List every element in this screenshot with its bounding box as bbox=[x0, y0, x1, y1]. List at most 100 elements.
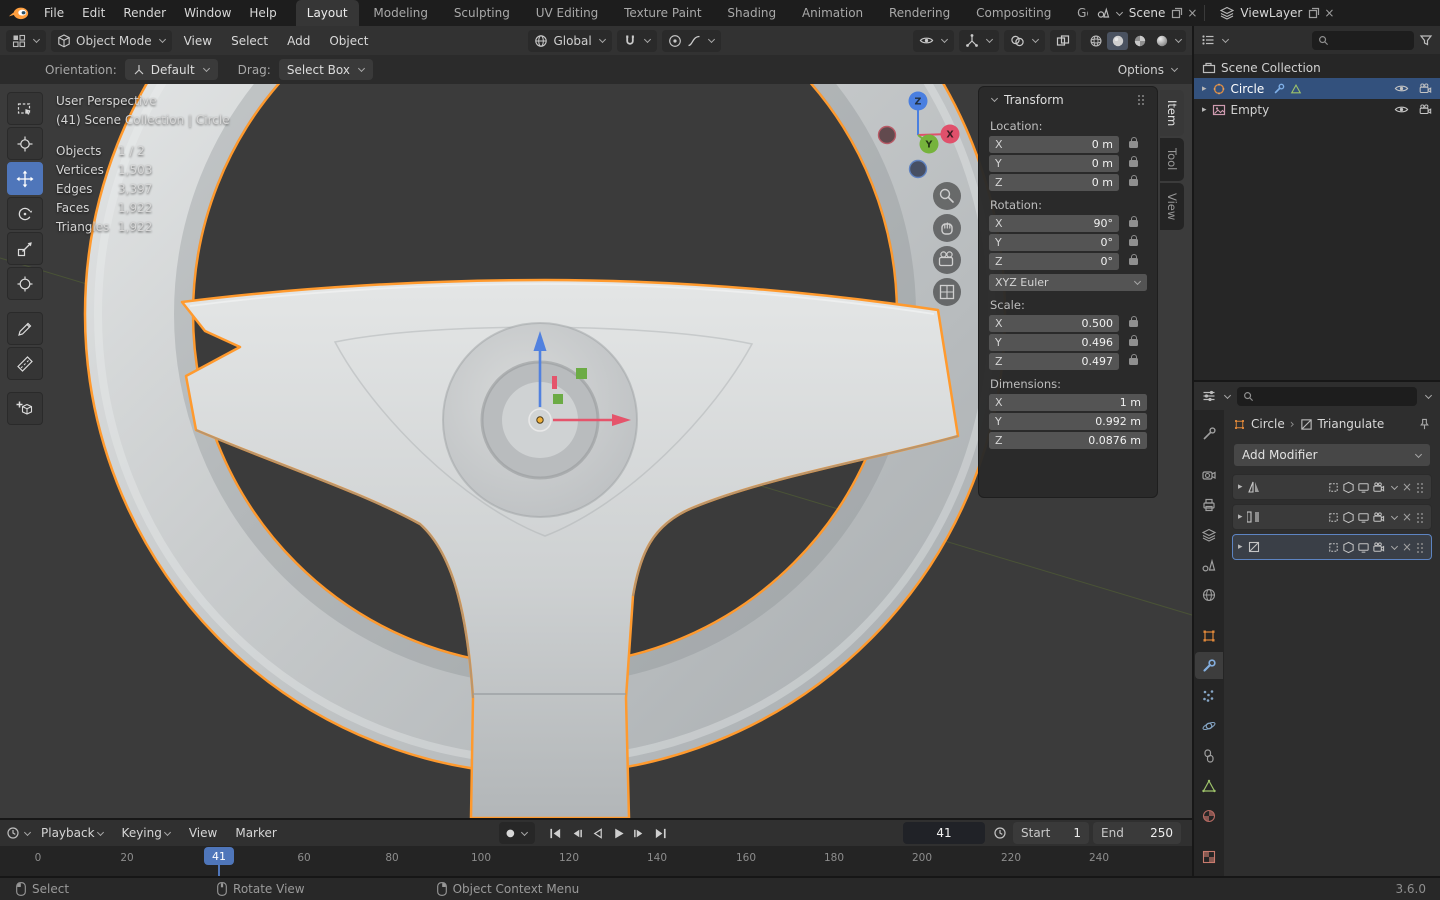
dimensions-x-field[interactable]: X 1 m bbox=[989, 394, 1147, 411]
lock-icon[interactable] bbox=[1129, 234, 1138, 246]
realtime-display-icon[interactable] bbox=[1357, 511, 1370, 524]
shading-material-button[interactable] bbox=[1129, 32, 1150, 50]
options-menu[interactable]: Options bbox=[1118, 63, 1179, 77]
menu-view[interactable]: View bbox=[181, 826, 225, 840]
lock-icon[interactable] bbox=[1129, 353, 1138, 365]
viewlayer-tab-icon[interactable] bbox=[1195, 521, 1223, 548]
data-tab-icon[interactable] bbox=[1195, 772, 1223, 799]
scene-selector[interactable]: Scene × bbox=[1096, 6, 1197, 20]
overlays-toggle[interactable] bbox=[1004, 29, 1045, 52]
timeline-editor-icon[interactable] bbox=[6, 826, 20, 840]
frame-end-field[interactable]: End 250 bbox=[1093, 822, 1181, 844]
workspace-tab-compositing[interactable]: Compositing bbox=[965, 0, 1062, 26]
close-icon[interactable]: × bbox=[1402, 481, 1412, 493]
timeline-ruler[interactable]: 0 20 60 80 100 120 140 160 180 200 220 2… bbox=[0, 846, 1192, 876]
outliner-row-circle[interactable]: ▸ Circle bbox=[1194, 78, 1440, 99]
next-keyframe-button[interactable] bbox=[629, 823, 649, 843]
add-cube-tool[interactable] bbox=[7, 392, 43, 425]
menu-file[interactable]: File bbox=[35, 0, 73, 26]
menu-marker[interactable]: Marker bbox=[227, 826, 284, 840]
jump-to-end-button[interactable] bbox=[650, 823, 670, 843]
add-modifier-button[interactable]: Add Modifier bbox=[1234, 444, 1430, 466]
edit-mode-display-icon[interactable] bbox=[1342, 481, 1355, 494]
on-cage-icon[interactable] bbox=[1327, 481, 1340, 494]
edit-mode-display-icon[interactable] bbox=[1342, 511, 1355, 524]
menu-edit[interactable]: Edit bbox=[73, 0, 114, 26]
chevron-down-icon[interactable] bbox=[1390, 512, 1398, 520]
workspace-tab-modeling[interactable]: Modeling bbox=[362, 0, 439, 26]
workspace-tab-rendering[interactable]: Rendering bbox=[878, 0, 961, 26]
properties-search-input[interactable] bbox=[1237, 386, 1417, 406]
frame-start-field[interactable]: Start 1 bbox=[1013, 822, 1089, 844]
grip-dots-icon[interactable] bbox=[1137, 94, 1147, 105]
viewlayer-name[interactable]: ViewLayer bbox=[1240, 6, 1302, 20]
scale-x-field[interactable]: X 0.500 bbox=[989, 315, 1119, 332]
close-icon[interactable]: × bbox=[1324, 7, 1334, 19]
lock-icon[interactable] bbox=[1129, 136, 1138, 148]
object-name[interactable]: Circle bbox=[1231, 82, 1265, 96]
zoom-button[interactable] bbox=[933, 182, 961, 210]
rotate-tool[interactable] bbox=[7, 197, 43, 230]
gizmo-plane-handle[interactable] bbox=[576, 368, 587, 379]
material-tab-icon[interactable] bbox=[1195, 802, 1223, 829]
pin-icon[interactable] bbox=[1418, 418, 1431, 431]
rotation-z-field[interactable]: Z 0° bbox=[989, 253, 1119, 270]
physics-tab-icon[interactable] bbox=[1195, 712, 1223, 739]
object-tab-icon[interactable] bbox=[1195, 622, 1223, 649]
menu-keying[interactable]: Keying bbox=[114, 826, 179, 840]
properties-editor-icon[interactable] bbox=[1202, 389, 1216, 403]
copy-icon[interactable] bbox=[1308, 7, 1320, 19]
menu-window[interactable]: Window bbox=[175, 0, 240, 26]
mode-select[interactable]: Object Mode bbox=[51, 29, 172, 52]
realtime-display-icon[interactable] bbox=[1357, 481, 1370, 494]
camera-icon[interactable] bbox=[1418, 102, 1432, 117]
rotation-x-field[interactable]: X 90° bbox=[989, 215, 1119, 232]
drag-select-box-select[interactable]: Select Box bbox=[278, 59, 373, 80]
menu-view[interactable]: View bbox=[177, 34, 219, 48]
caret-right-icon[interactable]: ▸ bbox=[1202, 84, 1207, 94]
camera-icon[interactable] bbox=[1418, 81, 1432, 96]
scene-tab-icon[interactable] bbox=[1195, 551, 1223, 578]
shading-wireframe-button[interactable] bbox=[1085, 32, 1106, 50]
dimensions-y-field[interactable]: Y 0.992 m bbox=[989, 413, 1147, 430]
chevron-down-icon[interactable] bbox=[1390, 542, 1398, 550]
snap-toggle[interactable] bbox=[616, 29, 657, 52]
prev-keyframe-button[interactable] bbox=[566, 823, 586, 843]
select-box-tool[interactable] bbox=[7, 92, 43, 125]
outliner-search-input[interactable] bbox=[1312, 30, 1414, 50]
outliner-row-scene-collection[interactable]: Scene Collection bbox=[1194, 57, 1440, 78]
eye-icon[interactable] bbox=[1394, 102, 1409, 117]
auto-keying-toggle[interactable]: ● bbox=[499, 822, 535, 844]
play-reverse-button[interactable] bbox=[587, 823, 607, 843]
gizmo-plane-handle[interactable] bbox=[552, 376, 557, 389]
rotation-y-field[interactable]: Y 0° bbox=[989, 234, 1119, 251]
close-icon[interactable]: × bbox=[1187, 7, 1197, 19]
world-tab-icon[interactable] bbox=[1195, 581, 1223, 608]
annotate-tool[interactable] bbox=[7, 312, 43, 345]
workspace-tab-animation[interactable]: Animation bbox=[791, 0, 874, 26]
outliner-editor-icon[interactable] bbox=[1201, 33, 1215, 47]
breadcrumb-object[interactable]: Circle bbox=[1251, 417, 1285, 431]
workspace-tab-layout[interactable]: Layout bbox=[295, 0, 359, 26]
workspace-tab-geometry-nodes[interactable]: Geometry Nodes bbox=[1066, 0, 1088, 26]
cursor-tool[interactable] bbox=[7, 127, 43, 160]
shading-rendered-button[interactable] bbox=[1151, 32, 1172, 50]
breadcrumb-modifier[interactable]: Triangulate bbox=[1318, 417, 1385, 431]
menu-help[interactable]: Help bbox=[240, 0, 285, 26]
collection-name[interactable]: Scene Collection bbox=[1221, 61, 1321, 75]
menu-add[interactable]: Add bbox=[280, 34, 317, 48]
location-x-field[interactable]: X 0 m bbox=[989, 136, 1119, 153]
outliner-row-empty[interactable]: ▸ Empty bbox=[1194, 99, 1440, 120]
workspace-tab-texture-paint[interactable]: Texture Paint bbox=[613, 0, 712, 26]
location-z-field[interactable]: Z 0 m bbox=[989, 174, 1119, 191]
lock-icon[interactable] bbox=[1129, 215, 1138, 227]
tab-tool[interactable]: Tool bbox=[1160, 138, 1184, 181]
axis-negative-z-ball[interactable] bbox=[908, 159, 928, 179]
lock-icon[interactable] bbox=[1129, 174, 1138, 186]
measure-tool[interactable] bbox=[7, 347, 43, 380]
output-tab-icon[interactable] bbox=[1195, 491, 1223, 518]
filter-funnel-icon[interactable] bbox=[1419, 33, 1433, 47]
transform-panel-header[interactable]: Transform bbox=[989, 87, 1147, 112]
grip-dots-icon[interactable] bbox=[1416, 512, 1426, 523]
close-icon[interactable]: × bbox=[1402, 511, 1412, 523]
